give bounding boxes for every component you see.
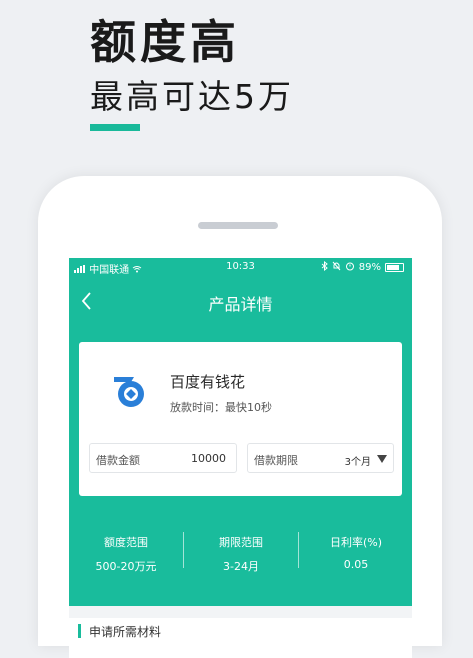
product-name: 百度有钱花 — [170, 373, 246, 391]
status-right: 89% — [321, 260, 404, 274]
stat-label: 额度范围 — [104, 536, 148, 549]
loan-amount-field[interactable]: 借款金额 10000 — [89, 443, 237, 473]
bluetooth-icon — [321, 260, 328, 274]
stat-amount-range: 额度范围 500-20万元 — [69, 526, 183, 574]
battery-percent: 89% — [358, 262, 381, 273]
stat-label: 期限范围 — [219, 536, 263, 549]
stat-term-range: 期限范围 3-24月 — [184, 526, 298, 574]
dropdown-caret-icon — [377, 455, 387, 463]
app-screen: 中国联通 10:33 89% 产品详情 百度有钱花 放款时间：最快10秒 借款金… — [69, 258, 412, 658]
loan-term-label: 借款期限 — [254, 454, 298, 467]
bell-icon — [332, 261, 341, 274]
nav-title: 产品详情 — [208, 295, 273, 314]
stat-daily-rate: 日利率(%) 0.05 — [299, 526, 412, 571]
status-bar: 中国联通 10:33 89% — [69, 258, 412, 278]
alarm-icon — [345, 261, 355, 274]
phone-speaker — [198, 222, 278, 229]
stat-value: 3-24月 — [223, 560, 259, 573]
battery-icon — [385, 263, 404, 272]
nav-bar: 产品详情 — [69, 284, 412, 320]
stat-value: 500-20万元 — [95, 560, 157, 573]
product-card: 百度有钱花 放款时间：最快10秒 借款金额 10000 借款期限 3个月 — [79, 342, 402, 496]
baidu-logo-icon — [110, 369, 152, 411]
promo-subline: 最高可达5万 — [90, 77, 294, 116]
loan-amount-label: 借款金额 — [96, 454, 140, 467]
promo-headline: 额度高 — [90, 15, 240, 69]
materials-section: 申请所需材料 — [69, 618, 412, 658]
product-subtitle: 放款时间：最快10秒 — [170, 401, 272, 414]
accent-bar — [90, 124, 140, 131]
stat-value: 0.05 — [343, 558, 369, 571]
stats-row: 额度范围 500-20万元 期限范围 3-24月 日利率(%) 0.05 — [69, 526, 412, 596]
phone-frame: 中国联通 10:33 89% 产品详情 百度有钱花 放款时间：最快10秒 借款金… — [38, 176, 442, 658]
loan-term-value: 3个月 — [344, 457, 371, 468]
loan-amount-value: 10000 — [191, 452, 226, 465]
loan-term-select[interactable]: 借款期限 3个月 — [247, 443, 394, 473]
section-marker — [78, 624, 81, 638]
stat-label: 日利率(%) — [329, 536, 383, 549]
